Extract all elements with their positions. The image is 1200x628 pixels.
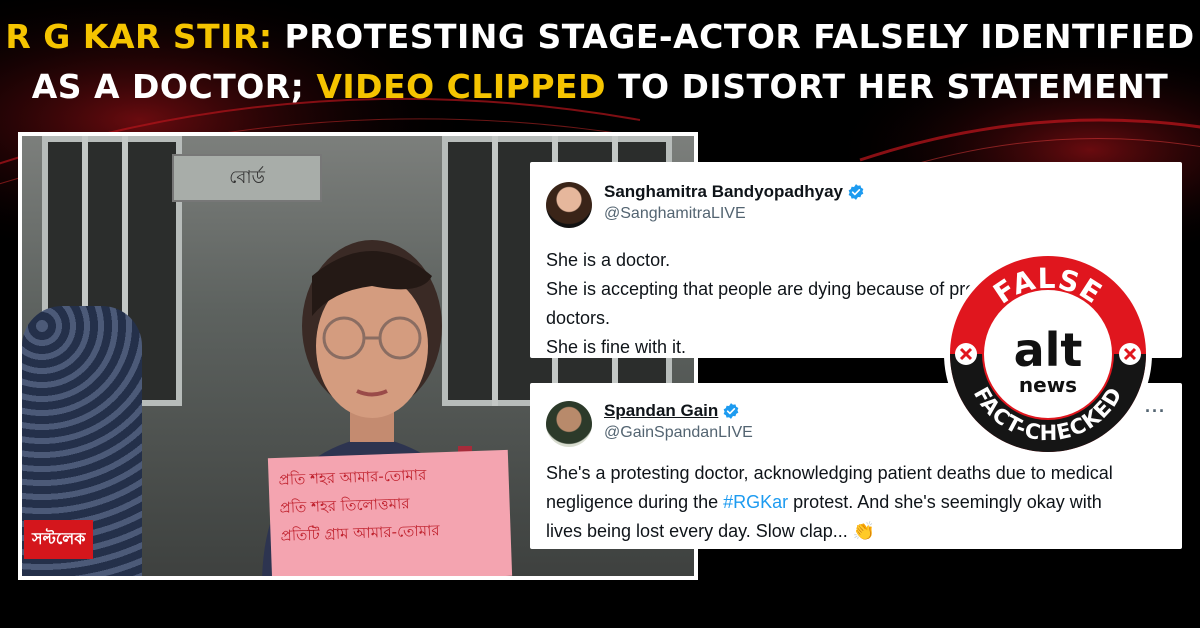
author-handle: @SanghamitraLIVE: [604, 205, 746, 222]
headline-text-2b: TO DISTORT HER STATEMENT: [606, 67, 1169, 106]
headline-highlight-1: R G KAR STIR:: [5, 17, 273, 56]
tweet-author: Spandan Gain: [604, 401, 740, 421]
author-name: Spandan Gain: [604, 401, 719, 420]
avatar: [546, 182, 592, 228]
tweet-line: negligence during the #RGKar protest. An…: [546, 488, 1166, 517]
brand-news: news: [1019, 373, 1077, 397]
tweet-author: Sanghamitra Bandyopadhyay: [604, 182, 865, 202]
verified-badge-icon: [848, 184, 864, 200]
headline-highlight-2: VIDEO CLIPPED: [316, 67, 606, 106]
headline-line-2: AS A DOCTOR; VIDEO CLIPPED TO DISTORT HE…: [0, 62, 1200, 112]
protest-placard: প্রতি শহর আমার-তোমার প্রতি শহর তিলোত্তমা…: [267, 449, 513, 576]
channel-location-badge: সল্টলেক: [24, 520, 94, 559]
wall-sign: বোর্ড: [172, 154, 322, 202]
close-icon: [955, 343, 977, 365]
verified-badge-icon: [723, 403, 739, 419]
headline: R G KAR STIR: PROTESTING STAGE-ACTOR FAL…: [0, 12, 1200, 112]
headline-text-2a: AS A DOCTOR;: [31, 67, 317, 106]
headline-line-1: R G KAR STIR: PROTESTING STAGE-ACTOR FAL…: [0, 12, 1200, 62]
headline-text-1: PROTESTING STAGE-ACTOR FALSELY IDENTIFIE…: [272, 17, 1195, 56]
avatar: [546, 401, 592, 447]
fact-check-stamp: FALSE FACT-CHECKED alt news: [944, 250, 1152, 458]
hashtag-link: #RGKar: [723, 492, 789, 512]
brand-alt: alt: [1014, 323, 1083, 377]
tweet-text-segment: protest. And she's seemingly okay with: [788, 492, 1102, 512]
close-icon: [1119, 343, 1141, 365]
tweet-text-segment: negligence during the: [546, 492, 724, 512]
author-handle: @GainSpandanLIVE: [604, 424, 753, 441]
tweet-line: lives being lost every day. Slow clap...…: [546, 521, 876, 541]
tweet-line: She's a protesting doctor, acknowledging…: [546, 463, 1113, 483]
author-name: Sanghamitra Bandyopadhyay: [604, 182, 844, 201]
tweet-text: She's a protesting doctor, acknowledging…: [546, 459, 1166, 546]
